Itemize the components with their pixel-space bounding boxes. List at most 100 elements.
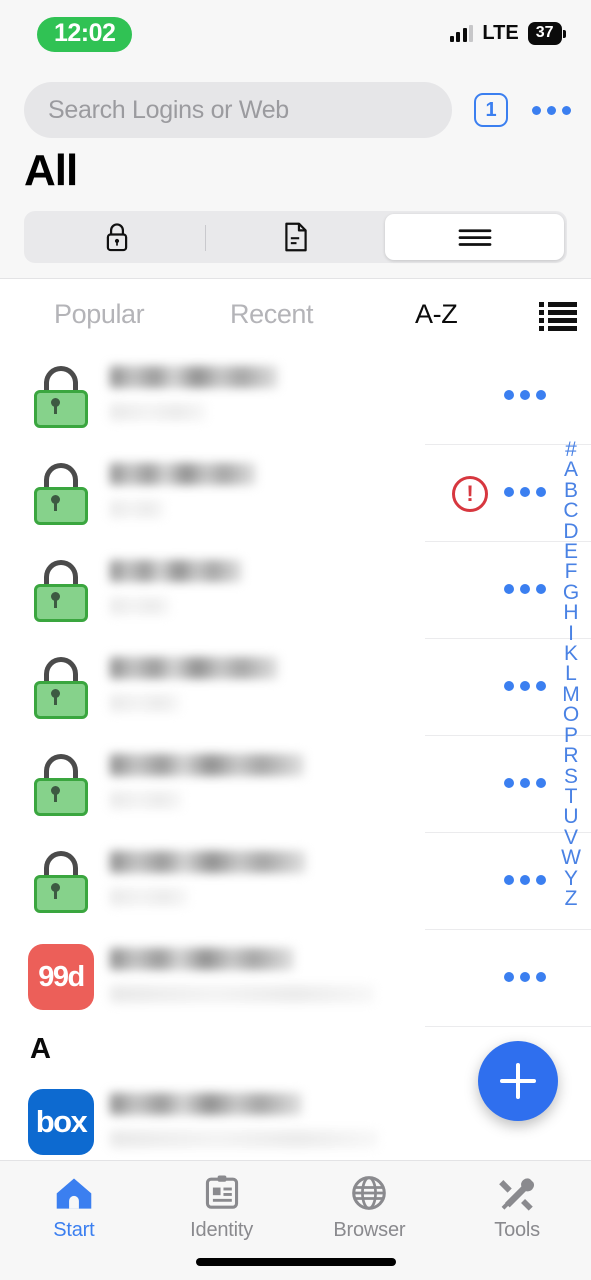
- padlock-icon: [28, 362, 94, 428]
- alpha-index-letter[interactable]: #: [565, 439, 577, 460]
- alpha-index-letter[interactable]: Y: [564, 867, 578, 889]
- home-icon: [56, 1178, 92, 1209]
- tools-icon: [499, 1178, 535, 1211]
- list-item-text: [110, 366, 278, 421]
- header-overflow-menu-icon[interactable]: [532, 105, 571, 115]
- sort-tab-recent[interactable]: Recent: [230, 299, 314, 330]
- list-item-title-redacted: [110, 948, 294, 970]
- alpha-index-letter[interactable]: G: [563, 582, 579, 603]
- 99designs-app-icon: 99d: [28, 944, 94, 1010]
- list-item-title-redacted: [110, 366, 278, 388]
- list-item-subtitle-redacted: [110, 694, 180, 712]
- search-input[interactable]: Search Logins or Web: [24, 82, 452, 138]
- list-item[interactable]: [0, 639, 591, 736]
- list-item-subtitle-redacted: [110, 597, 170, 615]
- list-item-subtitle-redacted: [110, 500, 164, 518]
- add-item-fab[interactable]: [478, 1041, 558, 1121]
- alpha-index-letter[interactable]: M: [562, 684, 580, 705]
- alpha-index-letter[interactable]: P: [564, 724, 578, 746]
- list-item-title-redacted: [110, 851, 306, 873]
- alpha-index-letter[interactable]: I: [568, 622, 574, 644]
- list-item-title-redacted: [110, 560, 242, 582]
- nav-label-tools: Tools: [494, 1219, 540, 1241]
- document-icon: [284, 222, 307, 252]
- list-item[interactable]: 99d: [0, 930, 591, 1027]
- alpha-index-letter[interactable]: O: [563, 704, 579, 725]
- alpha-index-letter[interactable]: U: [563, 806, 578, 827]
- list-item-overflow-menu-icon[interactable]: [504, 875, 546, 885]
- login-list[interactable]: ! 99d Abox: [0, 348, 591, 1160]
- list-item-subtitle-redacted: [110, 1130, 378, 1148]
- list-item-text: [110, 463, 256, 518]
- alpha-index-letter[interactable]: L: [565, 663, 577, 684]
- list-item[interactable]: !: [0, 445, 591, 542]
- list-item[interactable]: [0, 833, 591, 930]
- tab-count-button[interactable]: 1: [474, 93, 508, 127]
- nav-label-identity: Identity: [190, 1219, 254, 1241]
- list-item[interactable]: [0, 542, 591, 639]
- status-bar: 12:02 LTE 37: [0, 0, 591, 66]
- list-item-overflow-menu-icon[interactable]: [504, 487, 546, 497]
- status-indicators: LTE 37: [449, 22, 566, 45]
- segment-all[interactable]: [385, 214, 564, 260]
- search-row: Search Logins or Web 1: [24, 82, 571, 138]
- padlock-icon: [28, 653, 94, 719]
- lock-icon: [106, 223, 127, 252]
- alpha-index-letter[interactable]: V: [564, 827, 578, 848]
- alpha-index-letter[interactable]: K: [564, 643, 578, 664]
- alpha-index-letter[interactable]: A: [564, 459, 578, 480]
- alpha-index-letter[interactable]: C: [563, 500, 578, 521]
- alpha-index-letter[interactable]: T: [565, 786, 578, 807]
- alpha-index-letter[interactable]: R: [563, 745, 578, 766]
- sort-tab-a-z[interactable]: A-Z: [415, 299, 458, 330]
- nav-label-browser: Browser: [333, 1219, 406, 1241]
- alpha-index-letter[interactable]: S: [564, 765, 578, 787]
- section-letter: A: [30, 1033, 51, 1065]
- alpha-index-letter[interactable]: H: [563, 602, 578, 623]
- list-item-overflow-menu-icon[interactable]: [504, 681, 546, 691]
- list-item-subtitle-redacted: [110, 791, 182, 809]
- list-view-icon[interactable]: [539, 302, 577, 331]
- battery-level-badge: 37: [527, 22, 562, 45]
- segment-logins[interactable]: [27, 214, 206, 260]
- battery-cap-icon: [563, 29, 566, 38]
- home-indicator: [195, 1258, 396, 1266]
- list-item[interactable]: [0, 736, 591, 833]
- sort-tab-popular[interactable]: Popular: [54, 299, 145, 330]
- list-item-overflow-menu-icon[interactable]: [504, 778, 546, 788]
- app-icon-label: 99d: [28, 944, 94, 1010]
- alpha-index-letter[interactable]: F: [565, 561, 578, 582]
- list-item-text: [110, 657, 278, 712]
- sort-tab-bar: Popular Recent A-Z: [0, 280, 591, 348]
- list-item-overflow-menu-icon[interactable]: [504, 390, 546, 400]
- app-header: Search Logins or Web 1 All: [0, 66, 591, 279]
- padlock-icon: [28, 459, 94, 525]
- list-item-overflow-menu-icon[interactable]: [504, 584, 546, 594]
- nav-item-start[interactable]: Start: [0, 1161, 148, 1280]
- alpha-index-letter[interactable]: Z: [565, 888, 578, 909]
- list-item-title-redacted: [110, 657, 278, 679]
- alpha-index-letter[interactable]: E: [564, 541, 578, 562]
- app-screen: 12:02 LTE 37 Search Logins or Web 1 All: [0, 0, 591, 1280]
- nav-item-tools[interactable]: Tools: [443, 1161, 591, 1280]
- alphabet-index[interactable]: # A B C D E F G H I K L M O P R S T U V W Y Z: [557, 439, 585, 909]
- category-segmented-control: [24, 211, 567, 263]
- nav-label-start: Start: [53, 1219, 95, 1241]
- alpha-index-letter[interactable]: D: [563, 520, 578, 542]
- app-icon-label: box: [28, 1089, 94, 1155]
- segment-documents[interactable]: [206, 214, 385, 260]
- warning-icon[interactable]: !: [452, 476, 488, 512]
- status-time: 12:02: [37, 17, 133, 52]
- list-item-overflow-menu-icon[interactable]: [504, 972, 546, 982]
- list-item-subtitle-redacted: [110, 403, 206, 421]
- bottom-navigation: Start Identity Browser Tools: [0, 1160, 591, 1280]
- network-type-label: LTE: [482, 22, 519, 44]
- alpha-index-letter[interactable]: W: [561, 847, 581, 868]
- padlock-icon: [28, 556, 94, 622]
- list-item-text: [110, 560, 242, 615]
- alpha-index-letter[interactable]: B: [564, 480, 578, 501]
- list-item-text: [110, 1093, 378, 1148]
- list-item[interactable]: [0, 348, 591, 445]
- list-item-subtitle-redacted: [110, 888, 188, 906]
- list-item-text: [110, 754, 304, 809]
